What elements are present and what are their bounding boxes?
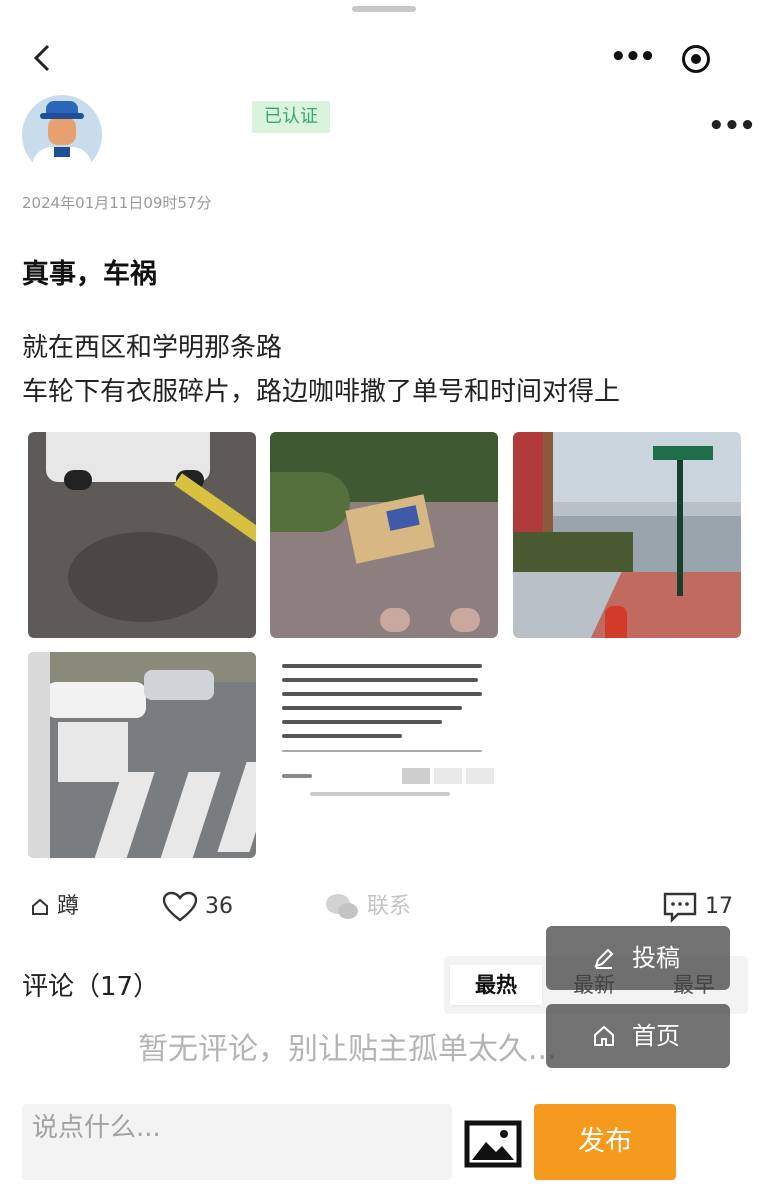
verified-badge: 已认证 — [252, 101, 330, 133]
screenshot-text-line — [282, 706, 462, 710]
comment-count: 17 — [705, 894, 733, 919]
tab-hottest[interactable]: 最热 — [450, 965, 542, 1005]
photo-thumbnail-package[interactable] — [270, 432, 498, 638]
comment-input[interactable] — [22, 1104, 452, 1180]
share-button[interactable]: 蹲 — [30, 888, 79, 926]
back-button[interactable] — [28, 40, 64, 76]
drag-handle[interactable] — [352, 6, 416, 12]
post-title: 真事，车祸 — [22, 259, 157, 290]
share-label: 蹲 — [57, 894, 80, 919]
action-bar: 蹲 36 联系 17 — [0, 888, 765, 928]
screenshot-chip — [466, 768, 494, 784]
post-timestamp: 2024年01月11日09时57分 — [22, 194, 212, 212]
photo-crosswalk-stripe — [217, 762, 256, 852]
screenshot-text-line — [282, 692, 482, 696]
top-bar: ••• — [0, 30, 765, 90]
back-icon — [33, 44, 50, 72]
publish-button[interactable]: 发布 — [534, 1104, 676, 1180]
avatar-hat-brim — [40, 113, 84, 119]
photo-sign-pole — [677, 446, 683, 596]
like-button[interactable]: 36 — [162, 888, 233, 926]
wechat-icon — [326, 894, 358, 919]
target-icon[interactable] — [682, 45, 710, 73]
photo-car — [46, 682, 146, 718]
photo-thumbnail-screenshot[interactable] — [270, 652, 498, 858]
image-icon — [464, 1120, 522, 1168]
photo-sky — [543, 432, 741, 502]
photo-thumbnail-crosswalk[interactable] — [28, 652, 256, 858]
screenshot-chip — [434, 768, 462, 784]
photo-thumbnail-street[interactable] — [513, 432, 741, 638]
comments-title: 评论（17） — [22, 972, 160, 1002]
image-upload-button[interactable] — [464, 1120, 522, 1168]
avatar-face — [48, 117, 76, 145]
photo-tire — [64, 470, 92, 490]
photo-hydrant — [605, 606, 627, 638]
post-more-icon[interactable]: ••• — [708, 113, 756, 146]
screenshot-text-line — [282, 774, 312, 778]
photo-wall — [513, 432, 543, 532]
photo-trees — [28, 652, 256, 682]
comment-icon — [663, 892, 697, 923]
screenshot-text-line — [282, 734, 402, 738]
pen-icon — [594, 948, 614, 969]
photo-thumbnail-car-road[interactable] — [28, 432, 256, 638]
post-body: 就在西区和学明那条路 车轮下有衣服碎片，路边咖啡撒了单号和时间对得上 — [22, 326, 752, 414]
heart-icon — [162, 891, 198, 922]
post-body-line: 车轮下有衣服碎片，路边咖啡撒了单号和时间对得上 — [22, 377, 621, 407]
post-body-line: 就在西区和学明那条路 — [22, 333, 283, 363]
photo-crosswalk-stripe — [58, 722, 128, 782]
floating-home-label: 首页 — [632, 1022, 680, 1050]
comment-composer — [22, 1104, 452, 1180]
avatar[interactable] — [22, 95, 102, 175]
avatar-bowtie — [54, 147, 70, 157]
photo-debris — [68, 532, 218, 622]
comment-button[interactable]: 17 — [662, 888, 733, 926]
screenshot-chip — [402, 768, 430, 784]
photo-car — [144, 670, 214, 700]
photo-hedge — [513, 532, 633, 572]
screenshot-text-line — [282, 678, 478, 682]
contact-label: 联系 — [367, 894, 412, 919]
photo-shoe — [380, 608, 410, 632]
photo-bush — [270, 472, 350, 532]
screenshot-text-line — [282, 664, 482, 668]
home-icon — [594, 1025, 614, 1046]
share-icon — [32, 898, 48, 915]
empty-comments-text: 暂无评论，别让贴主孤单太久... — [138, 1032, 557, 1067]
photo-street-sign — [653, 446, 713, 460]
floating-home-button[interactable]: 首页 — [546, 1004, 730, 1068]
screenshot-text-line — [282, 720, 442, 724]
photo-crosswalk-stripe — [159, 772, 221, 858]
mini-program-capsule: ••• — [596, 36, 734, 82]
floating-post-label: 投稿 — [632, 944, 680, 972]
screenshot-text-line — [310, 792, 450, 796]
photo-shoe — [450, 608, 480, 632]
photo-crosswalk-stripe — [93, 772, 155, 858]
screenshot-text-line — [282, 750, 482, 752]
more-icon[interactable]: ••• — [610, 40, 656, 78]
contact-button[interactable]: 联系 — [324, 888, 411, 926]
like-count: 36 — [205, 894, 233, 919]
floating-post-button[interactable]: 投稿 — [546, 926, 730, 990]
photo-tree-trunk — [28, 652, 50, 858]
